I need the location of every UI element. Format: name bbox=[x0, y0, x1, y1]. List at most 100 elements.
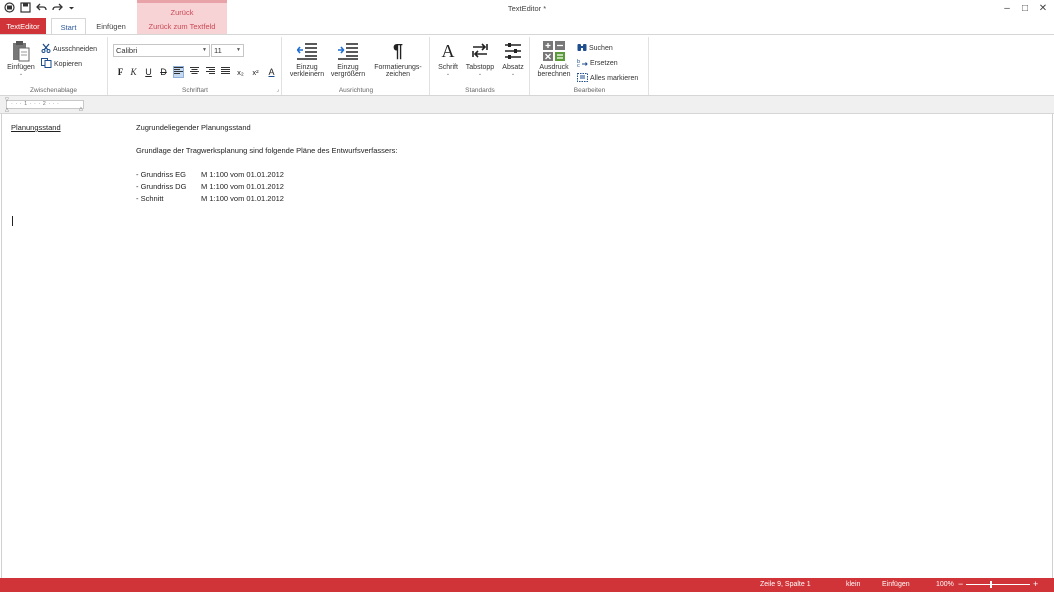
chevron-down-icon: ▼ bbox=[236, 47, 241, 53]
binoculars-icon bbox=[577, 43, 587, 54]
group-alignment: Einzug verkleinern Einzug vergrößern ¶ F… bbox=[283, 37, 430, 95]
align-left-button[interactable] bbox=[173, 66, 184, 78]
italic-button[interactable]: K bbox=[128, 66, 139, 78]
zoom-in-button[interactable]: + bbox=[1033, 579, 1038, 589]
font-letter-icon: A bbox=[441, 40, 455, 61]
formatting-marks-button[interactable]: ¶ Formatierungs- zeichen bbox=[370, 40, 426, 79]
paste-label: Einfügen bbox=[7, 64, 35, 71]
paste-icon bbox=[11, 41, 31, 62]
plan-item-detail: M 1:100 vom 01.01.2012 bbox=[201, 170, 284, 179]
align-center-button[interactable] bbox=[189, 66, 200, 78]
zoom-level: 100% bbox=[936, 581, 954, 588]
decrease-indent-icon bbox=[297, 41, 317, 61]
first-line-indent-marker-icon[interactable]: ▽ bbox=[5, 97, 9, 103]
strikethrough-button[interactable]: D bbox=[158, 66, 169, 78]
tab-texteditor[interactable]: TextEditor bbox=[0, 18, 46, 34]
font-name-select[interactable]: Calibri ▼ bbox=[113, 44, 210, 57]
zoom-slider[interactable] bbox=[966, 584, 1030, 585]
case-indicator[interactable]: klein bbox=[846, 581, 860, 588]
right-indent-marker-icon[interactable]: △ bbox=[79, 106, 83, 112]
text-caret bbox=[12, 216, 13, 226]
formatting-marks-label-2: zeichen bbox=[385, 71, 411, 78]
ruler: · · · 1 · · · 2 · · · ▽ △ △ bbox=[0, 96, 1054, 114]
font-size-select[interactable]: 11 ▼ bbox=[211, 44, 244, 57]
group-label-alignment: Ausrichtung bbox=[338, 87, 374, 94]
calculator-icon bbox=[543, 41, 565, 61]
tab-start[interactable]: Start bbox=[51, 18, 86, 35]
document-area[interactable]: Planungsstand Zugrundeliegender Planungs… bbox=[1, 114, 1053, 578]
copy-label: Kopieren bbox=[54, 60, 83, 68]
document-heading: Planungsstand bbox=[11, 123, 61, 132]
status-bar: Zeile 9, Spalte 1 klein Einfügen 100% − … bbox=[0, 578, 1054, 592]
paste-button[interactable]: Einfügen ⌄ bbox=[3, 41, 39, 77]
replace-icon: bc bbox=[577, 58, 588, 69]
group-label-font: Schriftart bbox=[181, 87, 208, 94]
document-line-1: Zugrundeliegender Planungsstand bbox=[136, 123, 251, 132]
justify-button[interactable] bbox=[220, 66, 231, 78]
decrease-indent-label-1: Einzug bbox=[296, 64, 318, 71]
maximize-button[interactable]: □ bbox=[1018, 1, 1032, 15]
close-button[interactable]: ✕ bbox=[1036, 1, 1050, 15]
tabstop-button[interactable]: Tabstopp ⌄ bbox=[463, 41, 497, 77]
font-standard-label: Schrift bbox=[438, 64, 458, 71]
tab-insert[interactable]: Einfügen bbox=[90, 18, 132, 34]
align-right-button[interactable] bbox=[205, 66, 216, 78]
search-button[interactable]: Suchen bbox=[577, 43, 613, 54]
ribbon: Einfügen ⌄ Ausschneiden Kopieren Zwische… bbox=[0, 34, 1054, 96]
increase-indent-label-1: Einzug bbox=[337, 64, 359, 71]
replace-button[interactable]: bc Ersetzen bbox=[577, 58, 618, 69]
cut-button[interactable]: Ausschneiden bbox=[41, 43, 97, 55]
zoom-slider-thumb[interactable] bbox=[990, 581, 992, 588]
group-label-edit: Bearbeiten bbox=[573, 87, 606, 94]
calculate-expression-button[interactable]: Ausdruck berechnen bbox=[535, 41, 573, 78]
pilcrow-icon: ¶ bbox=[392, 40, 403, 61]
svg-text:c: c bbox=[577, 63, 580, 67]
group-edit: Ausdruck berechnen Suchen bc Ersetzen Al… bbox=[531, 37, 649, 95]
decrease-indent-label-2: verkleinern bbox=[289, 71, 325, 78]
document-line-2: Grundlage der Tragwerksplanung sind folg… bbox=[136, 146, 398, 155]
copy-button[interactable]: Kopieren bbox=[41, 58, 82, 70]
subscript-button[interactable]: x₂ bbox=[235, 66, 246, 78]
increase-indent-icon bbox=[338, 41, 358, 61]
group-label-clipboard: Zwischenablage bbox=[30, 87, 77, 94]
font-standard-button[interactable]: A Schrift ⌄ bbox=[435, 40, 461, 78]
window-controls: – □ ✕ bbox=[1000, 1, 1050, 15]
paragraph-button[interactable]: Absatz ⌄ bbox=[499, 41, 527, 77]
group-standards: A Schrift ⌄ Tabstopp ⌄ Absatz ⌄ Standard… bbox=[431, 37, 530, 95]
chevron-down-icon: ⌄ bbox=[445, 71, 451, 77]
calculate-label-2: berechnen bbox=[537, 71, 571, 78]
plan-item-detail: M 1:100 vom 01.01.2012 bbox=[201, 194, 284, 203]
tab-back-to-textfield[interactable]: Zurück zum Textfeld bbox=[138, 18, 226, 34]
minimize-button[interactable]: – bbox=[1000, 1, 1014, 15]
ruler-marks: · · · 1 · · · 2 · · · bbox=[11, 101, 60, 107]
ribbon-tabs: TextEditor Start Einfügen Zurück zum Tex… bbox=[0, 18, 1054, 35]
select-all-button[interactable]: Alles markieren bbox=[577, 73, 638, 84]
ruler-strip[interactable]: · · · 1 · · · 2 · · · bbox=[6, 100, 84, 109]
paste-dropdown-icon: ⌄ bbox=[18, 71, 24, 77]
plan-item-name: - Schnitt bbox=[136, 194, 164, 203]
font-color-button[interactable]: A bbox=[266, 66, 277, 78]
plan-item-detail: M 1:100 vom 01.01.2012 bbox=[201, 182, 284, 191]
paragraph-icon bbox=[505, 41, 521, 61]
superscript-button[interactable]: x² bbox=[250, 66, 261, 78]
select-all-icon bbox=[577, 73, 588, 84]
tabstop-label: Tabstopp bbox=[465, 64, 495, 71]
font-name-value: Calibri bbox=[116, 46, 138, 55]
font-size-value: 11 bbox=[214, 46, 222, 55]
insert-mode-indicator[interactable]: Einfügen bbox=[882, 581, 910, 588]
cut-label: Ausschneiden bbox=[53, 45, 97, 53]
hanging-indent-marker-icon[interactable]: △ bbox=[5, 107, 9, 113]
align-right-icon bbox=[206, 67, 215, 77]
increase-indent-button[interactable]: Einzug vergrößern bbox=[328, 41, 368, 78]
group-clipboard: Einfügen ⌄ Ausschneiden Kopieren Zwische… bbox=[0, 37, 108, 95]
plan-item-name: - Grundriss DG bbox=[136, 182, 187, 191]
decrease-indent-button[interactable]: Einzug verkleinern bbox=[287, 41, 327, 78]
bold-button[interactable]: F bbox=[115, 66, 126, 78]
paragraph-label: Absatz bbox=[502, 64, 524, 71]
justify-icon bbox=[221, 67, 230, 77]
select-all-label: Alles markieren bbox=[590, 75, 639, 82]
tabstop-icon bbox=[472, 41, 488, 61]
replace-label: Ersetzen bbox=[590, 60, 618, 67]
underline-button[interactable]: U bbox=[143, 66, 154, 78]
zoom-out-button[interactable]: − bbox=[958, 579, 963, 589]
